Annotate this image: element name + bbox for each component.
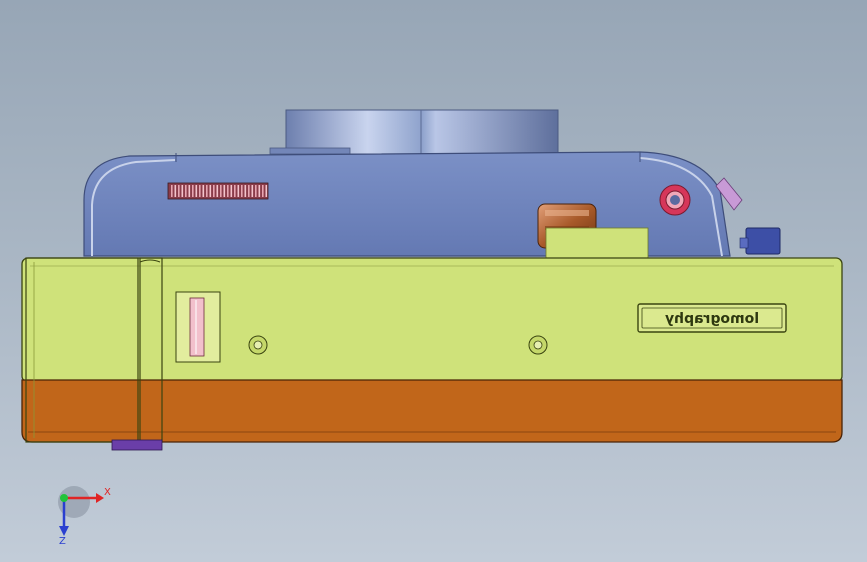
shutter-button: [659, 184, 691, 216]
ridged-wheel: [167, 182, 269, 200]
x-axis-label: X: [104, 487, 111, 498]
wheel-ridge: [220, 185, 222, 197]
wheel-ridge: [248, 185, 250, 197]
z-axis-label: Z: [59, 536, 66, 547]
wheel-ridge: [241, 185, 243, 197]
wheel-ridge: [227, 185, 229, 197]
lens-barrel: [269, 109, 559, 155]
wheel-ridge: [202, 185, 205, 197]
base-plate: [21, 379, 843, 443]
wheel-ridge: [262, 185, 264, 197]
wheel-ridge: [171, 185, 173, 197]
screw-hole-left: [248, 335, 268, 355]
wheel-ridge: [188, 185, 191, 197]
wheel-ridge: [237, 185, 240, 197]
engraved-label-plate: lomography: [637, 303, 787, 333]
film-slot: [175, 291, 221, 363]
screw-hole-right: [528, 335, 548, 355]
wheel-ridge: [258, 185, 261, 197]
wheel-ridge: [192, 185, 194, 197]
wheel-ridge: [213, 185, 215, 197]
camera-model: lomography: [21, 109, 843, 451]
wheel-ridge: [244, 185, 247, 197]
side-tab: [739, 227, 781, 255]
wheel-ridge: [178, 185, 180, 197]
bottom-tab: [111, 439, 163, 451]
wheel-ridge: [181, 185, 184, 197]
z-axis-head: [59, 526, 69, 536]
y-axis-dot: [60, 494, 68, 502]
wheel-ridge: [230, 185, 233, 197]
wheel-ridge: [234, 185, 236, 197]
hinge-block: [545, 227, 649, 259]
wheel-ridge: [185, 185, 187, 197]
wheel-ridge: [265, 185, 268, 197]
wheel-ridge: [199, 185, 201, 197]
wheel-ridge: [216, 185, 219, 197]
graphics-viewport[interactable]: lomography X Z: [0, 0, 867, 562]
wheel-ridge: [209, 185, 212, 197]
wheel-ridge: [174, 185, 177, 197]
wheel-ridge: [255, 185, 257, 197]
engraved-label-text: lomography: [665, 311, 759, 327]
wheel-ridge: [251, 185, 254, 197]
coordinate-triad: X Z: [44, 480, 114, 550]
wheel-ridge: [195, 185, 198, 197]
wheel-ridge: [223, 185, 226, 197]
wheel-ridge: [206, 185, 208, 197]
x-axis-head: [96, 493, 104, 503]
